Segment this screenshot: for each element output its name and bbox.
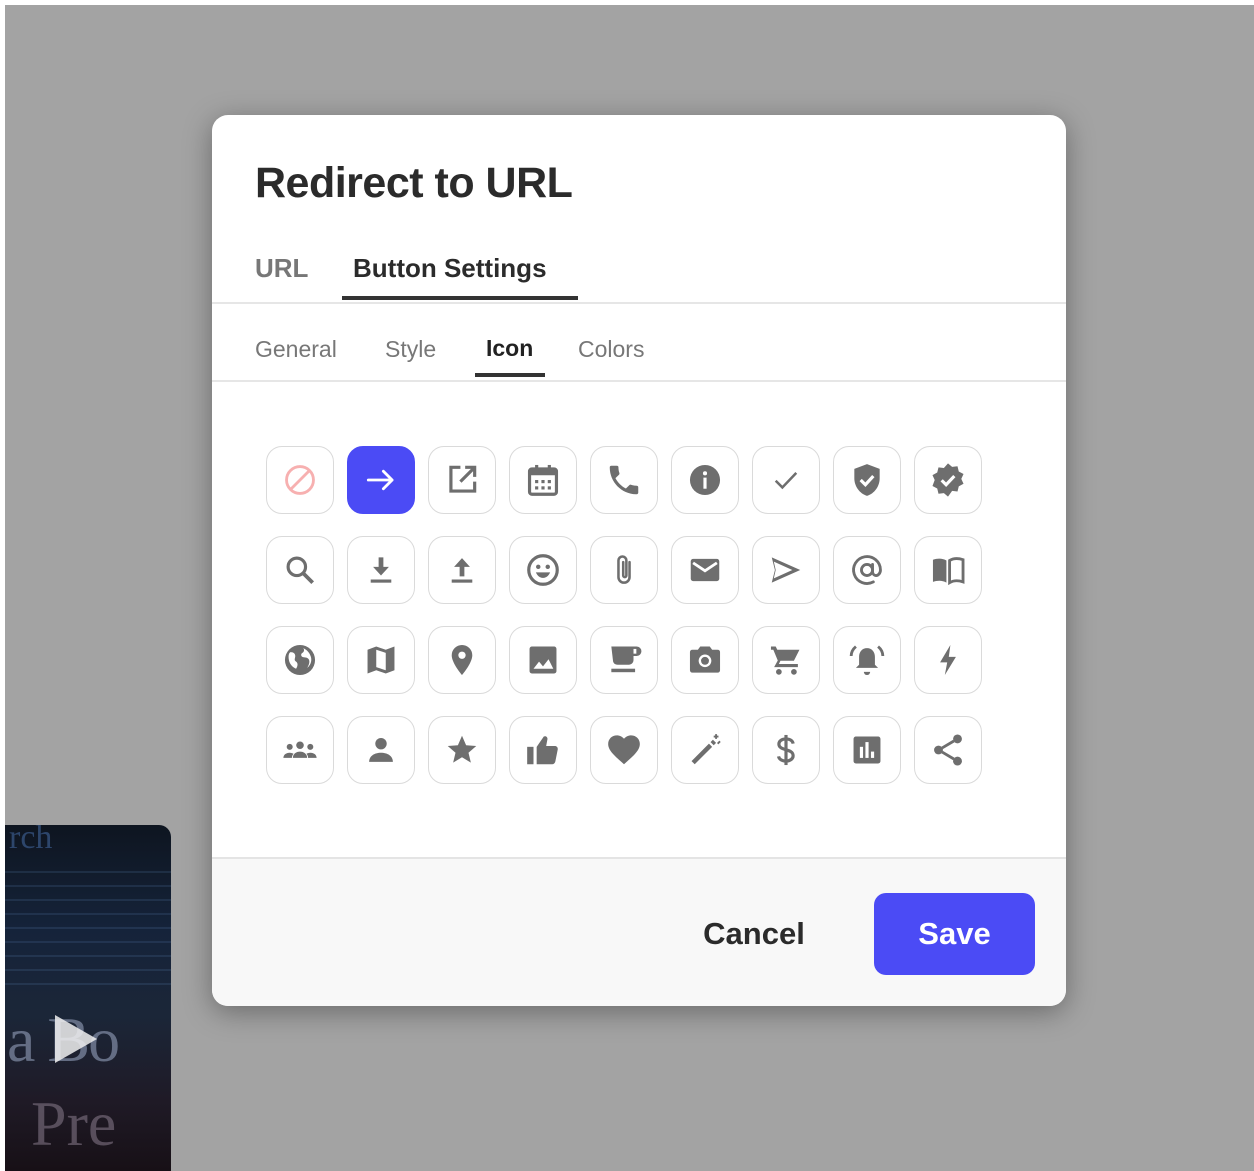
lightning-icon [940,644,956,676]
bar-chart-icon [853,736,881,764]
icon-option-arrow-right[interactable] [347,446,415,514]
star-icon [447,735,477,763]
thumbnail-text-top: rch [9,825,53,856]
icon-option-camera[interactable] [671,626,739,694]
person-icon [369,737,393,762]
check-icon [774,471,798,490]
map-icon [367,646,395,674]
tab-url[interactable]: URL [255,253,308,284]
paperclip-icon [617,555,631,584]
icon-option-share[interactable] [914,716,982,784]
magic-wand-icon [691,734,721,765]
book-icon [932,557,965,586]
sub-tabs: General Style Icon Colors [212,304,1066,382]
heart-icon [608,735,640,765]
ban-icon [285,465,315,495]
phone-icon [609,465,639,495]
search-icon [286,556,315,585]
icon-option-thumbs-up[interactable] [509,716,577,784]
save-button[interactable]: Save [874,893,1035,975]
icon-option-group[interactable] [266,716,334,784]
icon-option-upload[interactable] [428,536,496,604]
upload-icon [451,558,473,583]
shield-check-icon [854,464,880,496]
calendar-icon [527,464,559,496]
dialog-title: Redirect to URL [255,159,573,207]
active-subtab-indicator [475,373,545,377]
background-video-thumbnail: rch a Bo Pre [5,825,171,1171]
icon-option-mail[interactable] [671,536,739,604]
shopping-cart-icon [770,646,800,675]
download-icon [370,557,392,583]
send-icon [771,557,801,583]
icon-option-smiley[interactable] [509,536,577,604]
icon-option-person[interactable] [347,716,415,784]
icon-option-calendar[interactable] [509,446,577,514]
share-icon [934,734,962,766]
icon-option-search[interactable] [266,536,334,604]
dollar-icon [776,734,795,766]
icon-option-globe[interactable] [266,626,334,694]
cancel-button[interactable]: Cancel [692,893,816,975]
icon-option-location-pin[interactable] [428,626,496,694]
subtab-general[interactable]: General [255,336,337,363]
icon-option-lightning[interactable] [914,626,982,694]
icon-option-external-link[interactable] [428,446,496,514]
page-edge-top [0,0,1254,5]
icon-option-heart[interactable] [590,716,658,784]
thumbnail-texture [5,865,171,985]
icon-option-magic-wand[interactable] [671,716,739,784]
thumbnail-text-line-2: Pre [31,1088,117,1159]
icon-option-at-sign[interactable] [833,536,901,604]
camera-icon [689,646,721,673]
icon-option-verified-badge[interactable] [914,446,982,514]
icon-option-shopping-cart[interactable] [752,626,820,694]
info-icon [689,464,721,496]
play-icon [55,1015,97,1063]
icon-picker-grid [266,446,986,786]
icon-option-ban[interactable] [266,446,334,514]
icon-option-bar-chart[interactable] [833,716,901,784]
subtab-colors[interactable]: Colors [578,336,644,363]
coffee-icon [611,646,642,673]
location-pin-icon [451,644,473,676]
mail-icon [690,558,720,582]
icon-option-image[interactable] [509,626,577,694]
icon-option-dollar[interactable] [752,716,820,784]
icon-option-star[interactable] [428,716,496,784]
icon-option-map[interactable] [347,626,415,694]
globe-icon [284,644,316,676]
icon-option-download[interactable] [347,536,415,604]
icon-option-coffee[interactable] [590,626,658,694]
external-link-icon [449,465,477,493]
icon-option-shield-check[interactable] [833,446,901,514]
tab-button-settings[interactable]: Button Settings [353,253,547,284]
dialog-footer: Cancel Save [212,857,1066,1006]
at-sign-icon [852,555,882,585]
group-icon [283,741,317,758]
smiley-icon [527,554,559,586]
icon-option-alarm-bell[interactable] [833,626,901,694]
active-tab-indicator [342,296,578,300]
icon-option-phone[interactable] [590,446,658,514]
arrow-right-icon [366,469,394,491]
icon-option-book[interactable] [914,536,982,604]
icon-option-send[interactable] [752,536,820,604]
icon-option-info[interactable] [671,446,739,514]
main-tabs: URL Button Settings [212,245,1066,304]
icon-option-check[interactable] [752,446,820,514]
verified-badge-icon [932,463,964,497]
subtab-style[interactable]: Style [385,336,436,363]
icon-option-paperclip[interactable] [590,536,658,604]
redirect-dialog: Redirect to URL URL Button Settings Gene… [212,115,1066,1006]
subtab-icon[interactable]: Icon [486,335,533,362]
thumbs-up-icon [527,736,558,765]
alarm-bell-icon [849,645,885,676]
image-icon [529,646,557,674]
